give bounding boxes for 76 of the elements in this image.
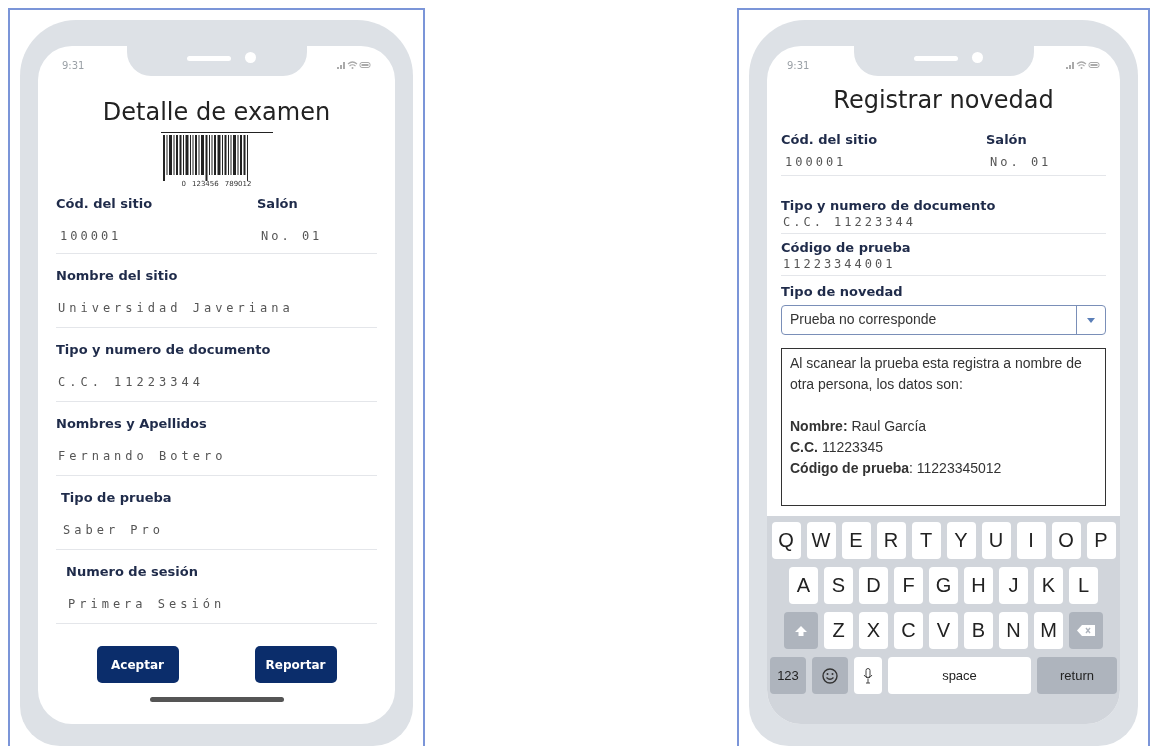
accept-button[interactable]: Aceptar	[96, 646, 179, 683]
letter-key[interactable]: V	[929, 612, 958, 649]
field-label: Numero de sesión	[66, 564, 199, 579]
field-value: C.C. 11223344	[783, 215, 917, 229]
letter-key[interactable]: L	[1069, 567, 1098, 604]
note-text: Nombre: Raul García	[790, 417, 928, 436]
letter-key[interactable]: C	[894, 612, 923, 649]
dropdown-arrow-icon	[1087, 317, 1095, 323]
letter-key[interactable]: F	[894, 567, 923, 604]
letter-key[interactable]: U	[981, 522, 1011, 559]
field-label: Tipo y numero de documento	[56, 342, 272, 357]
field-label: Salón	[986, 132, 1028, 147]
field-label: Salón	[257, 196, 299, 211]
letter-key[interactable]: T	[911, 522, 941, 559]
dropdown-field[interactable]: Prueba no corresponde	[781, 305, 1106, 335]
field-value: Fernando Botero	[58, 449, 228, 463]
letter-key[interactable]: Y	[946, 522, 976, 559]
field-label: Tipo de prueba	[61, 490, 173, 505]
status-time: 9:31	[62, 59, 85, 71]
status-time: 9:31	[787, 59, 810, 71]
letter-key[interactable]: A	[789, 567, 818, 604]
return-key[interactable]: return	[1037, 657, 1117, 694]
backspace-key[interactable]	[1069, 612, 1103, 649]
numbers-key[interactable]: 123	[770, 657, 806, 694]
letter-key[interactable]: N	[999, 612, 1028, 649]
screen-title: Registrar novedad	[832, 86, 1055, 114]
letter-key[interactable]: G	[929, 567, 958, 604]
field-value: No. 01	[990, 155, 1053, 169]
letter-key[interactable]: O	[1051, 522, 1081, 559]
microphone-key[interactable]	[854, 657, 882, 694]
field-label: Tipo de novedad	[781, 284, 904, 299]
letter-key[interactable]: J	[999, 567, 1028, 604]
field-value: 100001	[60, 229, 123, 243]
shift-key[interactable]	[784, 612, 818, 649]
field-value: No. 01	[261, 229, 324, 243]
field-value: 11223344001	[783, 257, 897, 271]
letter-key[interactable]: R	[876, 522, 906, 559]
microphone-icon	[863, 667, 873, 684]
emoji-icon	[822, 667, 838, 684]
field-label: Tipo y numero de documento	[781, 198, 997, 213]
note-text: C.C. 11223345	[790, 438, 885, 457]
field-value: 100001	[785, 155, 848, 169]
letter-key[interactable]: W	[806, 522, 836, 559]
field-label: Cód. del sitio	[781, 132, 879, 147]
letter-key[interactable]: I	[1016, 522, 1046, 559]
field-label: Nombre del sitio	[56, 268, 179, 283]
letter-key[interactable]: E	[841, 522, 871, 559]
letter-key[interactable]: Z	[824, 612, 853, 649]
letter-key[interactable]: H	[964, 567, 993, 604]
field-label: Cód. del sitio	[56, 196, 154, 211]
letter-key[interactable]: K	[1034, 567, 1063, 604]
letter-key[interactable]: X	[859, 612, 888, 649]
field-label: Nombres y Apellidos	[56, 416, 208, 431]
status-icons	[337, 60, 371, 70]
space-key[interactable]: space	[888, 657, 1031, 694]
report-button[interactable]: Reportar	[254, 646, 337, 683]
field-label: Código de prueba	[781, 240, 912, 255]
letter-key[interactable]: D	[859, 567, 888, 604]
emoji-key[interactable]	[812, 657, 848, 694]
note-text: Al scanear la prueba esta registra a nombre de otra persona, los datos son:	[790, 354, 1083, 394]
letter-key[interactable]: Q	[771, 522, 801, 559]
status-icons	[1066, 60, 1100, 70]
note-text: Código de prueba: 11223345012	[790, 459, 1003, 478]
field-value: Saber Pro	[63, 523, 166, 537]
backspace-icon	[1077, 625, 1095, 636]
letter-key[interactable]: M	[1034, 612, 1063, 649]
letter-key[interactable]: B	[964, 612, 993, 649]
letter-key[interactable]: P	[1086, 522, 1116, 559]
field-value: Primera Sesión	[68, 597, 227, 611]
shift-icon	[795, 625, 807, 636]
text-area[interactable]: Al scanear la prueba esta registra a nombre de otra persona, los datos son: Nombre: Raul García C.C. 11223345 Código de prueba: 11223345012	[781, 348, 1106, 506]
field-value: C.C. 11223344	[58, 375, 205, 389]
screen-title: Detalle de examen	[101, 98, 332, 126]
letter-key[interactable]: S	[824, 567, 853, 604]
barcode-icon	[160, 132, 273, 182]
field-value: Universidad Javeriana	[58, 301, 295, 315]
